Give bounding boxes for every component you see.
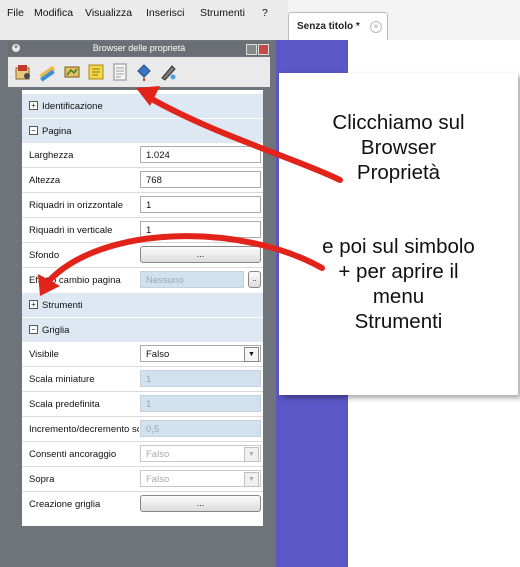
arrow-to-properties-tab [147,95,343,183]
arrow-to-strumenti-expand [45,233,325,285]
annotation-arrows [38,86,343,296]
